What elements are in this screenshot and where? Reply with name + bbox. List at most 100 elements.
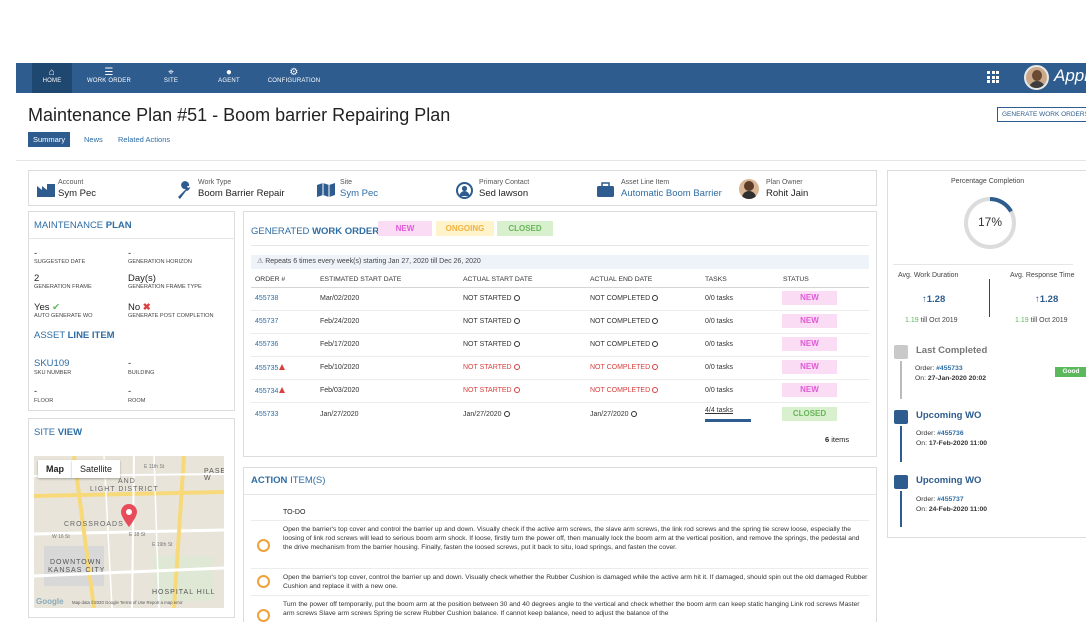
nav-agent[interactable]: ● AGENT: [212, 63, 246, 93]
owner-value: Rohit Jain: [766, 188, 809, 199]
calendar-icon: [894, 410, 908, 424]
status-badge: NEW: [782, 383, 837, 397]
tasks-count: 0/0 tasks: [705, 387, 734, 394]
contact-field: Primary Contact Sed lawson: [456, 179, 566, 201]
nav-configuration[interactable]: ⚙ CONFIGURATION: [262, 63, 326, 93]
warning-icon: ⚠: [257, 258, 264, 265]
upcoming-wo-title: Upcoming WO: [916, 475, 982, 486]
page-title: Maintenance Plan #51 - Boom barrier Repa…: [28, 105, 451, 125]
filter-closed[interactable]: CLOSED: [497, 221, 553, 236]
wrench-icon: [178, 181, 190, 199]
apps-grid-icon[interactable]: [987, 71, 999, 83]
row-divider: [251, 595, 869, 596]
map-place-paseo: PASEO W: [204, 468, 224, 482]
completion-value: 17%: [977, 215, 1003, 229]
generation-horizon-value: -: [128, 248, 132, 259]
status-badge: NEW: [782, 291, 837, 305]
satellite-tab[interactable]: Satellite: [72, 460, 120, 478]
avg-response-label: Avg. Response Time: [1010, 272, 1075, 279]
check-icon: ✔: [52, 302, 61, 313]
post-completion-value: No ✖: [128, 302, 151, 313]
generation-frame-value: 2: [34, 273, 40, 284]
actual-start: NOT STARTED: [463, 295, 520, 302]
work-orders-divider: [251, 245, 869, 246]
asset-label: Asset Line Item: [621, 179, 670, 186]
order-link[interactable]: 455734: [255, 387, 286, 395]
owner-label: Plan Owner: [766, 179, 803, 186]
order-link[interactable]: 455735: [255, 364, 286, 372]
tasks-count[interactable]: 4/4 tasks: [705, 407, 733, 414]
nav-configuration-label: CONFIGURATION: [267, 78, 321, 84]
status-badge: NEW: [782, 360, 837, 374]
work-type-value: Boom Barrier Repair: [198, 188, 285, 199]
est-date: Jan/27/2020: [320, 411, 359, 418]
overdue-warning-icon: [279, 364, 286, 370]
tab-summary[interactable]: Summary: [28, 132, 71, 147]
last-completed-title: Last Completed: [916, 345, 988, 356]
building-value: -: [128, 358, 132, 369]
order-link[interactable]: 455738: [255, 295, 278, 302]
nav-site[interactable]: ⌖ SITE: [156, 63, 186, 93]
avg-work-value: ↑1.28: [922, 294, 946, 305]
todo-checkbox[interactable]: [257, 575, 270, 588]
todo-checkbox[interactable]: [257, 539, 270, 552]
todo-checkbox[interactable]: [257, 609, 270, 622]
map-street-w16: W 16 St: [52, 534, 70, 540]
upcoming2-order: Order: #455737: [916, 496, 964, 503]
filter-new[interactable]: NEW: [378, 221, 432, 236]
tab-news[interactable]: News: [84, 132, 103, 147]
avg-response-value: ↑1.28: [1035, 294, 1059, 305]
work-orders-title: GENERATED WORK ORDERS: [251, 226, 386, 237]
map-place-and: AND: [118, 478, 136, 485]
actual-end: Jan/27/2020: [590, 411, 637, 418]
order-link[interactable]: 455737: [255, 318, 278, 325]
tab-related-actions[interactable]: Related Actions: [118, 132, 170, 147]
upcoming-wo-title: Upcoming WO: [916, 410, 982, 421]
todo-item: Open the barrier's top cover and control…: [283, 526, 860, 551]
clock-icon: [513, 295, 520, 301]
map-pin-icon[interactable]: [120, 504, 138, 528]
account-label: Account: [58, 179, 84, 186]
est-date: Feb/17/2020: [320, 341, 360, 348]
order-link[interactable]: 455733: [255, 411, 278, 418]
clock-icon: [652, 318, 659, 324]
clock-icon: [652, 341, 659, 347]
map-tab[interactable]: Map: [38, 460, 72, 478]
todo-header: TO-DO: [283, 509, 306, 516]
person-icon: [456, 182, 473, 199]
actual-start: NOT STARTED: [463, 387, 520, 394]
map-street-e18: E 18 St: [129, 532, 146, 538]
work-type-label: Work Type: [198, 179, 232, 186]
user-avatar[interactable]: [1024, 65, 1049, 90]
generate-work-orders-button[interactable]: GENERATE WORK ORDERS: [997, 107, 1086, 122]
overview-panel: Account Sym Pec Work Type Boom Barrier R…: [28, 170, 877, 206]
map-street-e11: E 11th St: [144, 464, 165, 470]
clock-icon: [630, 411, 637, 417]
header-divider: [16, 160, 1086, 161]
agent-icon: ●: [225, 67, 233, 78]
clock-icon: [503, 411, 510, 417]
todo-item: Open the barrier's top cover, control th…: [283, 574, 868, 590]
clock-icon: [513, 387, 520, 393]
home-icon: ⌂: [48, 67, 56, 78]
completion-title: Percentage Completion: [951, 178, 1025, 185]
filter-ongoing[interactable]: ONGOING: [436, 221, 494, 236]
actual-end: NOT COMPLETED: [590, 364, 659, 371]
order-link[interactable]: 455736: [255, 341, 278, 348]
timeline-line: [900, 426, 902, 462]
col-tasks: TASKS: [705, 276, 727, 283]
nav-home[interactable]: ⌂ HOME: [32, 63, 72, 93]
nav-work-order[interactable]: ☰ WORK ORDER: [80, 63, 138, 93]
site-link[interactable]: Sym Pec: [340, 188, 378, 199]
actual-start: Jan/27/2020: [463, 411, 510, 418]
site-map[interactable]: PASEO W AND LIGHT DISTRICT CROSSROADS DO…: [34, 456, 224, 608]
last-order: Order: #455733: [915, 365, 963, 372]
status-badge: CLOSED: [782, 407, 837, 421]
overdue-warning-icon: [279, 387, 286, 393]
owner-field: Plan Owner Rohit Jain: [739, 179, 849, 201]
top-nav: ⌂ HOME ☰ WORK ORDER ⌖ SITE ● AGENT ⚙ CON…: [16, 63, 1086, 93]
sku-link[interactable]: SKU109: [34, 358, 69, 369]
asset-link[interactable]: Automatic Boom Barrier: [621, 188, 722, 199]
row-divider: [251, 568, 869, 569]
action-items-title: ACTION ITEM(S): [251, 475, 326, 486]
